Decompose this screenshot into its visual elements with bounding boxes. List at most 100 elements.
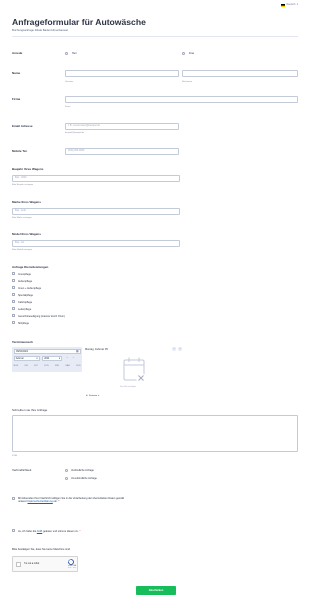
weekday-label: SAM xyxy=(65,365,70,367)
verbindlich-label: Verbindlichkeit xyxy=(12,468,32,472)
services-label: Anfrage Dienstleistungen xyxy=(12,265,49,269)
prev-day-button[interactable]: ‹ xyxy=(172,346,177,352)
service-checkbox[interactable] xyxy=(12,307,16,311)
recaptcha-logo-icon xyxy=(68,559,74,565)
verbindlich-radio[interactable] xyxy=(65,468,69,472)
unverbindlich-option-label: Unverbindliche Anfrage xyxy=(71,477,97,480)
timezone-selector[interactable]: ⊕ Zeitzone ▾ xyxy=(86,395,99,398)
consent-text-part: ein. * xyxy=(52,500,60,504)
service-checkbox[interactable] xyxy=(12,314,16,318)
selected-day-label: Montag, Februar 05 xyxy=(85,348,108,351)
chevron-right-icon: › xyxy=(179,346,181,351)
termin-label: Terminwunsch xyxy=(12,340,33,344)
consent-checkbox[interactable] xyxy=(12,497,16,501)
last-name-input[interactable] xyxy=(182,70,298,77)
captcha-label: Bitte bestätigen Sie, dass Sie keine Mas… xyxy=(12,548,70,551)
firma-input[interactable] xyxy=(65,96,298,103)
chevron-left-icon: ‹ xyxy=(66,355,68,360)
service-option-label: Innen + Außenpflege xyxy=(18,286,42,290)
calendar-icon[interactable]: ▦ xyxy=(76,349,79,353)
year-select[interactable]: 2024 ▾ xyxy=(42,356,62,361)
recaptcha-links[interactable]: Privacy - Terms xyxy=(68,568,76,569)
modell-sublabel: Bitte Modell eintragen xyxy=(12,249,33,251)
agb-text-part: Ja, ich habe die xyxy=(18,529,37,533)
baujahr-input[interactable]: Bsp.: 2020 xyxy=(12,175,180,182)
name-label: Name xyxy=(12,71,21,75)
mobil-label: Mobile Tel. xyxy=(12,149,28,153)
next-month-button[interactable]: › xyxy=(71,355,76,361)
weekday-label: FRE xyxy=(54,365,59,367)
prev-month-button[interactable]: ‹ xyxy=(65,355,70,361)
baujahr-label: Baujahr Ihres Wagens xyxy=(12,167,44,171)
weekday-label: DON xyxy=(44,365,49,367)
anrede-herr-radio[interactable] xyxy=(65,51,69,55)
anrede-label: Anrede xyxy=(12,51,23,55)
form-page: Deutsch ▾ Anfrageformular für Autowäsche… xyxy=(0,0,310,605)
marke-sublabel: Bitte Marke eintragen xyxy=(12,217,32,219)
mobil-input[interactable]: (000) 000-0000 xyxy=(65,148,179,155)
page-title: Anfrageformular für Autowäsche xyxy=(12,17,146,27)
verbindlich-option-label: Verbindliche Anfrage xyxy=(71,469,94,472)
marke-input[interactable]: Bsp.: Audi xyxy=(12,208,180,215)
anliegen-textarea[interactable] xyxy=(12,415,298,452)
month-select[interactable]: Februar ▾ xyxy=(13,356,40,361)
char-counter: 0/180 xyxy=(12,455,18,457)
language-selector[interactable]: Deutsch ▾ xyxy=(281,3,298,7)
email-input[interactable]: z.B. mustermann@beispiel.de xyxy=(65,123,179,130)
unverbindlich-radio[interactable] xyxy=(65,476,69,480)
agb-text: Ja, ich habe die AGB gelesen und stimme … xyxy=(18,530,80,533)
date-value: 09/02/2024 xyxy=(16,349,28,353)
service-checkbox[interactable] xyxy=(12,279,16,283)
year-value: 2024 xyxy=(44,357,50,360)
service-option-label: Lederpflege xyxy=(18,307,32,311)
page-subtitle: Buchungsanfrage Filiale Baden/Ulmerbauwe… xyxy=(12,28,69,32)
service-checkbox[interactable] xyxy=(12,300,16,304)
chevron-down-icon: ▾ xyxy=(98,395,100,397)
first-name-sublabel: Vorname xyxy=(65,81,74,83)
service-checkbox[interactable] xyxy=(12,272,16,276)
chevron-right-icon: › xyxy=(72,355,74,360)
baujahr-sublabel: Bitte Baujahr eintragen xyxy=(12,184,34,186)
firma-label: Firma xyxy=(12,97,21,101)
anrede-frau-label: Frau xyxy=(189,52,195,55)
german-flag-icon xyxy=(281,4,286,7)
weekday-header: MON DIE MIT DON FRE SAM SON xyxy=(14,365,81,367)
email-sublabel: beispiel@beispiel.de xyxy=(65,132,85,134)
chevron-down-icon: ▾ xyxy=(36,357,38,360)
globe-icon: ⊕ xyxy=(86,395,88,397)
modell-input[interactable]: Bsp.: A4 xyxy=(12,240,180,247)
service-option-label: Cabriopflege xyxy=(18,300,33,304)
privacy-policy-link[interactable]: Datenschutzerklärung xyxy=(28,500,53,503)
recaptcha-checkbox[interactable] xyxy=(16,562,21,567)
anrede-frau-radio[interactable] xyxy=(182,51,186,55)
anrede-herr-label: Herr xyxy=(72,52,77,55)
recaptcha-widget: I'm not a robot reCAPTCHA Privacy - Term… xyxy=(12,556,78,572)
modell-label: Model Ihres Wagens xyxy=(12,232,41,236)
marke-label: Marke Ihres Wagens xyxy=(12,200,41,204)
service-checkbox[interactable] xyxy=(12,286,16,290)
service-option-label: Innenpflege xyxy=(18,272,32,276)
chevron-down-icon: ▾ xyxy=(58,357,60,360)
agb-checkbox[interactable] xyxy=(12,529,16,533)
required-marker: * xyxy=(79,529,81,533)
service-option-label: Sitzpflege xyxy=(18,321,29,325)
service-option-label: Spezialpflege xyxy=(18,293,34,297)
weekday-label: MIT xyxy=(34,365,38,367)
calendar-widget: 09/02/2024 ▦ Februar ▾ 2024 ▾ ‹ › MON DI… xyxy=(12,347,82,372)
no-slots-text: Kein Slot verfügbar xyxy=(120,386,137,388)
submit-button[interactable]: Abschicken xyxy=(136,586,176,595)
weekday-label: DIE xyxy=(24,365,28,367)
chevron-down-icon: ▾ xyxy=(296,3,298,6)
chevron-left-icon: ‹ xyxy=(173,346,175,351)
service-checkbox[interactable] xyxy=(12,321,16,325)
service-checkbox[interactable] xyxy=(12,293,16,297)
first-name-input[interactable] xyxy=(65,70,179,77)
next-day-button[interactable]: › xyxy=(178,346,183,352)
consent-text: Mit Absenden Ihrer Nachricht willigen Si… xyxy=(18,497,128,504)
weekday-label: MON xyxy=(13,365,19,367)
service-option-label: Außenpflege xyxy=(18,279,33,283)
month-value: Februar xyxy=(15,357,24,360)
anliegen-label: Schreiben sie Ihre Anfrage xyxy=(12,408,48,412)
date-input[interactable]: 09/02/2024 ▦ xyxy=(13,348,81,354)
last-name-sublabel: Nachname xyxy=(182,81,193,83)
